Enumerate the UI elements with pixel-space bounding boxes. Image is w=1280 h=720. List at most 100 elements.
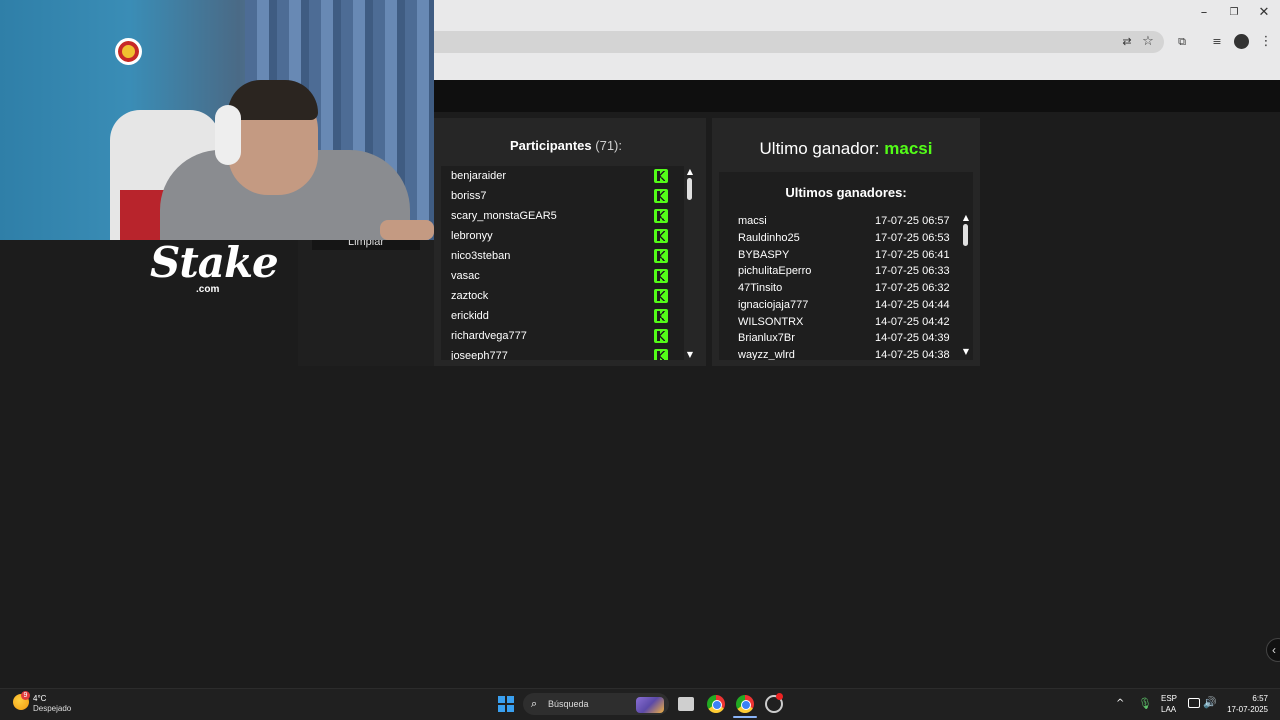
participant-row: richardvega777: [441, 326, 684, 346]
winner-row: pichulitaEperro 17-07-25 06:33: [719, 263, 959, 280]
scroll-thumb[interactable]: [963, 224, 968, 246]
stake-logo: Stake .com: [150, 238, 279, 298]
chevron-left-icon[interactable]: ‹: [1266, 638, 1280, 662]
participant-row: boriss7: [441, 186, 684, 206]
maximize-button[interactable]: ❐: [1226, 5, 1242, 21]
winner-row: ignaciojaja777 14-07-25 04:44: [719, 297, 959, 314]
volume-icon[interactable]: 🔊: [1203, 696, 1217, 709]
scroll-down-icon[interactable]: ▼: [685, 351, 695, 359]
winner-row: BYBASPY 17-07-25 06:41: [719, 247, 959, 264]
winner-name: Rauldinho25: [738, 231, 800, 244]
clock-time[interactable]: 6:57: [1220, 694, 1268, 703]
winner-date: 17-07-25 06:33: [875, 265, 950, 278]
participants-count: (71):: [595, 138, 622, 153]
weather-temperature[interactable]: 4°C: [33, 694, 46, 703]
chrome-profile-icon[interactable]: [736, 695, 754, 713]
participant-row: nico3steban: [441, 246, 684, 266]
winner-date: 14-07-25 04:42: [875, 315, 950, 328]
winners-list[interactable]: macsi 17-07-25 06:57 Rauldinho25 17-07-25 …: [719, 213, 959, 360]
last-winner-name: macsi: [884, 139, 933, 158]
extensions-icon[interactable]: ⧉: [1174, 34, 1190, 50]
winner-row: 47Tinsito 17-07-25 06:32: [719, 280, 959, 297]
kick-icon: [654, 309, 668, 323]
site-header: [434, 80, 1280, 112]
participant-row: zaztock: [441, 286, 684, 306]
winner-row: Rauldinho25 17-07-25 06:53: [719, 230, 959, 247]
participant-name: joseeph777: [451, 350, 508, 360]
microphone-icon[interactable]: 🎙: [1138, 697, 1152, 710]
winner-name: BYBASPY: [738, 248, 790, 261]
participants-list[interactable]: benjaraider boriss7 scary_monstaGEAR5 le…: [441, 166, 684, 360]
weather-description[interactable]: Despejado: [33, 704, 71, 713]
keyboard-layout[interactable]: LAA: [1161, 705, 1176, 714]
winner-row: WILSONTRX 14-07-25 04:42: [719, 314, 959, 331]
streamer-hair: [228, 80, 318, 120]
active-app-indicator: [733, 716, 757, 718]
participant-name: zaztock: [451, 290, 489, 302]
winner-row: macsi 17-07-25 06:57: [719, 213, 959, 230]
menu-kebab-icon[interactable]: ⋮: [1258, 34, 1274, 50]
winner-name: Brianlux7Br: [738, 332, 795, 345]
search-highlight-image: [636, 697, 664, 713]
participant-row: joseeph777: [441, 346, 684, 360]
streamer-hand: [380, 220, 434, 240]
winner-date: 17-07-25 06:53: [875, 231, 950, 244]
bookmark-star-icon[interactable]: ☆: [1140, 34, 1156, 50]
winner-name: ignaciojaja777: [738, 298, 809, 311]
stake-domain: .com: [196, 284, 220, 295]
winner-date: 17-07-25 06:32: [875, 282, 950, 294]
winners-title: Ultimos ganadores:: [785, 185, 907, 200]
kick-icon: [654, 209, 668, 223]
participant-name: boriss7: [451, 190, 487, 202]
participants-title: Participantes (71):: [434, 138, 698, 153]
winner-date: 17-07-25 06:57: [875, 215, 950, 227]
winner-name: macsi: [738, 215, 767, 227]
scroll-thumb[interactable]: [687, 178, 692, 200]
kick-icon: [654, 349, 668, 360]
network-icon[interactable]: [1188, 698, 1200, 708]
winner-date: 17-07-25 06:41: [875, 248, 950, 261]
kick-icon: [654, 269, 668, 283]
clock-date[interactable]: 17-07-2025: [1220, 705, 1268, 714]
participant-row: benjaraider: [441, 166, 684, 186]
notification-badge: 9: [21, 691, 30, 700]
file-explorer-icon[interactable]: [678, 697, 694, 711]
wall-badge-icon: [115, 38, 142, 65]
scroll-up-icon[interactable]: ▲: [961, 214, 971, 222]
winner-name: 47Tinsito: [738, 282, 783, 294]
kick-icon: [654, 229, 668, 243]
last-winner-heading: Ultimo ganador: macsi: [712, 139, 980, 159]
participant-row: lebronyy: [441, 226, 684, 246]
winner-row: Brianlux7Br 14-07-25 04:39: [719, 330, 959, 347]
chrome-icon[interactable]: [707, 695, 725, 713]
winner-row: wayzz_wlrd 14-07-25 04:38: [719, 347, 959, 360]
winner-name: wayzz_wlrd: [738, 349, 795, 360]
stake-wordmark: Stake: [150, 238, 279, 287]
scroll-up-icon[interactable]: ▲: [685, 168, 695, 176]
minimize-button[interactable]: –: [1196, 5, 1212, 21]
media-control-icon[interactable]: ≡: [1209, 34, 1225, 50]
notification-dot: [776, 693, 783, 700]
participant-name: scary_monstaGEAR5: [451, 210, 557, 222]
search-icon: ⌕: [531, 697, 538, 710]
translate-icon[interactable]: ⇄: [1119, 34, 1135, 50]
winner-date: 14-07-25 04:39: [875, 332, 950, 345]
profile-avatar[interactable]: [1234, 34, 1249, 49]
participant-name: benjaraider: [451, 170, 507, 182]
participants-scrollbar[interactable]: ▲ ▼: [685, 168, 695, 360]
participant-name: nico3steban: [451, 250, 511, 262]
language-indicator[interactable]: ESP: [1161, 694, 1177, 703]
participant-name: erickidd: [451, 310, 489, 322]
headphones: [215, 105, 241, 165]
close-button[interactable]: ✕: [1256, 5, 1272, 21]
windows-start-icon[interactable]: [498, 696, 514, 712]
participants-label: Participantes: [509, 138, 592, 153]
address-bar[interactable]: [434, 31, 1164, 53]
search-placeholder: Búsqueda: [548, 699, 589, 709]
last-winner-label: Ultimo ganador:: [759, 139, 880, 158]
winner-date: 14-07-25 04:38: [875, 349, 950, 360]
participant-name: richardvega777: [451, 330, 527, 342]
chevron-up-icon[interactable]: ^: [1116, 698, 1124, 709]
winners-scrollbar[interactable]: ▲ ▼: [961, 214, 971, 358]
scroll-down-icon[interactable]: ▼: [961, 348, 971, 356]
